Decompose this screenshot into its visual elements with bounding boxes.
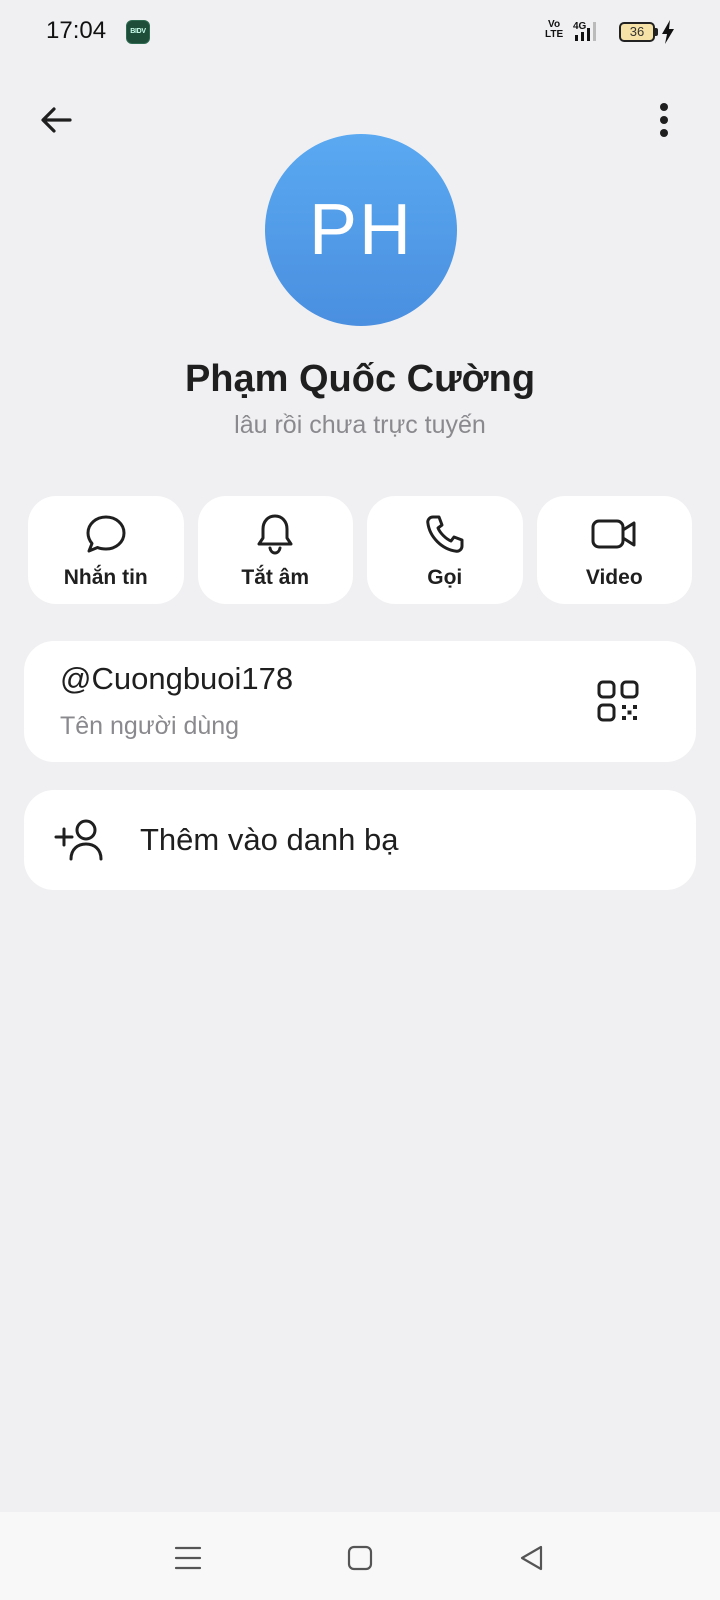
add-user-icon <box>52 812 108 868</box>
more-options-button[interactable] <box>640 96 688 144</box>
more-vertical-icon <box>660 103 668 137</box>
status-time: 17:04 <box>46 17 107 44</box>
add-contact-label: Thêm vào danh bạ <box>140 822 399 857</box>
system-nav-bar <box>0 1512 720 1600</box>
username-card[interactable]: @Cuongbuoi178 Tên người dùng <box>24 641 696 762</box>
home-square-icon <box>347 1545 373 1571</box>
menu-icon <box>174 1546 202 1570</box>
volte-indicator: Vo LTE <box>545 20 563 40</box>
qr-code-button[interactable] <box>592 675 644 727</box>
add-contact-button[interactable]: Thêm vào danh bạ <box>24 790 696 890</box>
profile-status: lâu rồi chưa trực tuyến <box>234 411 486 439</box>
video-camera-icon <box>590 512 638 556</box>
charging-bolt-icon <box>661 20 675 49</box>
back-triangle-icon <box>520 1545 543 1571</box>
username[interactable]: @Cuongbuoi178 <box>60 661 293 697</box>
home-button[interactable] <box>336 1534 384 1582</box>
arrow-left-icon <box>41 107 72 133</box>
status-bar: 17:04 BIDV Vo LTE 4G 36 <box>0 0 720 64</box>
bell-icon <box>253 512 297 556</box>
call-button[interactable]: Gọi <box>367 496 523 604</box>
video-button-label: Video <box>585 566 643 589</box>
mute-button[interactable]: Tắt âm <box>197 496 353 604</box>
video-button[interactable]: Video <box>536 496 692 604</box>
battery-icon: 36 <box>619 22 655 42</box>
back-button[interactable] <box>32 96 80 144</box>
bidv-app-icon: BIDV <box>126 20 150 44</box>
action-buttons: Nhắn tin Tắt âm Gọi Video <box>28 496 692 604</box>
username-caption: Tên người dùng <box>60 712 240 740</box>
message-button[interactable]: Nhắn tin <box>28 496 184 604</box>
signal-icon: 4G <box>573 20 599 47</box>
profile-name: Phạm Quốc Cường <box>184 358 536 400</box>
call-button-label: Gọi <box>427 566 463 589</box>
message-button-label: Nhắn tin <box>63 566 148 589</box>
chat-bubble-icon <box>84 512 128 556</box>
volte-bottom-label: LTE <box>545 29 564 40</box>
avatar[interactable]: PH <box>265 134 457 326</box>
nav-back-button[interactable] <box>508 1534 556 1582</box>
mute-button-label: Tắt âm <box>241 566 310 589</box>
qr-code-icon <box>597 680 639 722</box>
recent-apps-button[interactable] <box>164 1534 212 1582</box>
phone-icon <box>423 512 467 556</box>
battery-tip <box>655 28 658 36</box>
network-type-label: 4G <box>573 21 587 32</box>
